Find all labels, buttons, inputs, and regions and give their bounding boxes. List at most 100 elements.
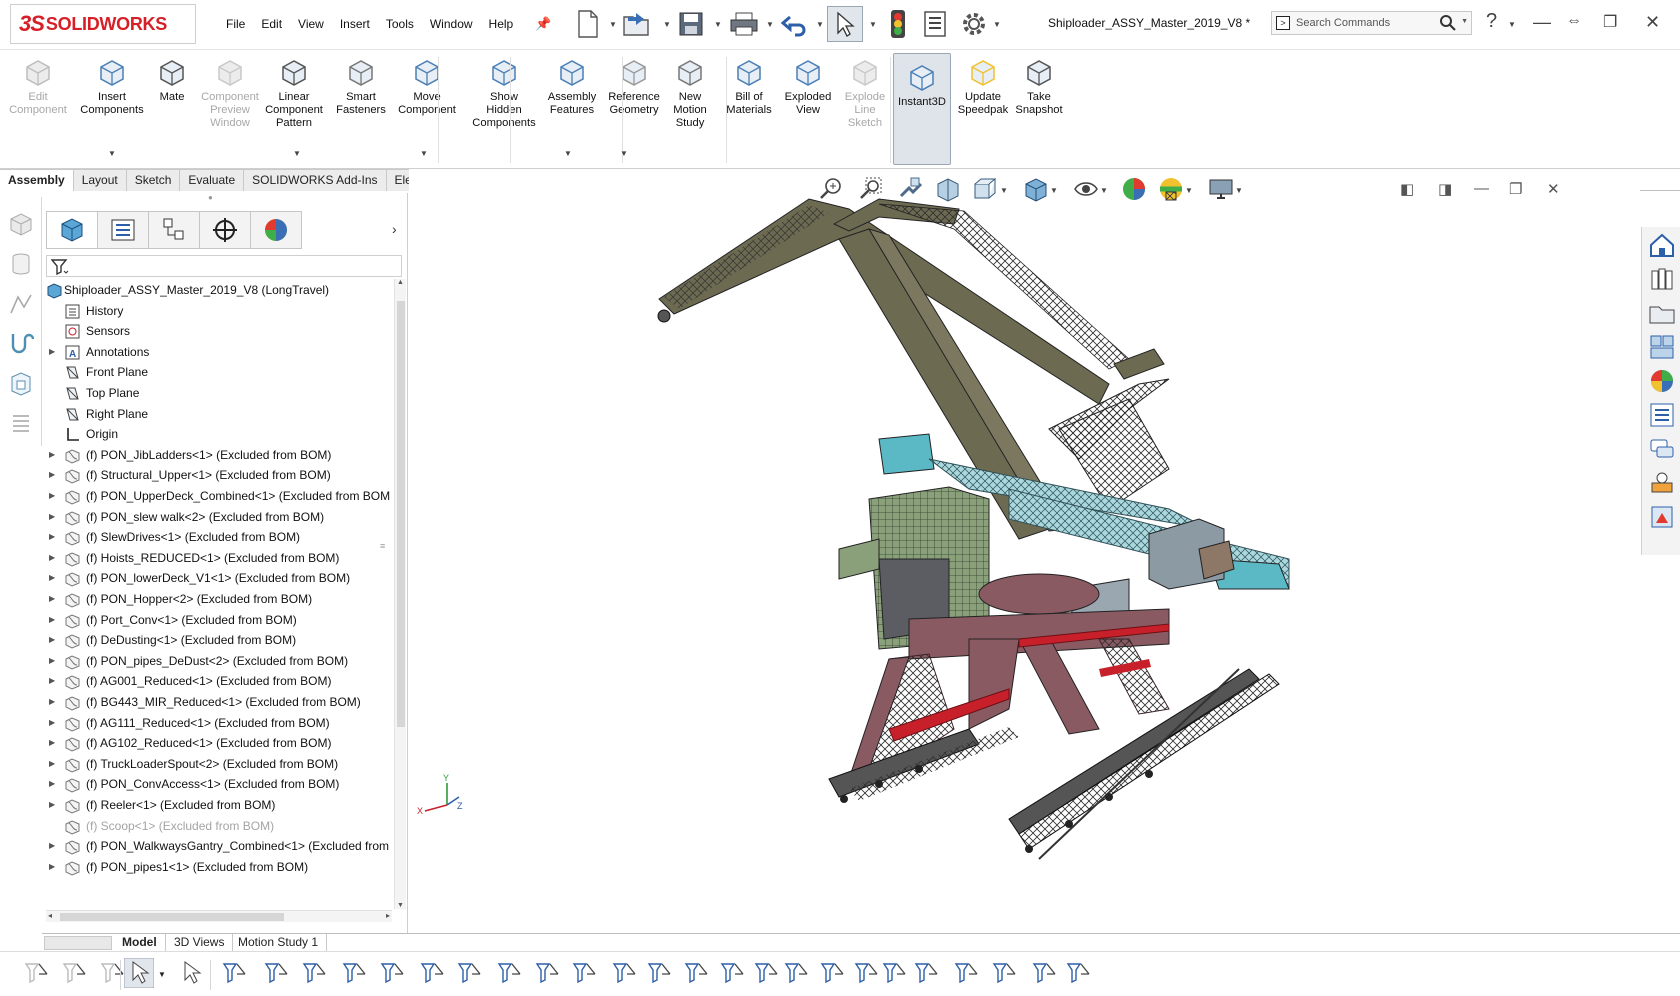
filter-weld-symbols-icon[interactable] — [818, 958, 850, 990]
expand-arrow-icon[interactable]: ▶ — [49, 609, 55, 631]
graphics-area[interactable]: Y X Z — [409, 169, 1640, 933]
tree-item[interactable]: Top Plane — [42, 382, 392, 404]
viewport-restore-icon[interactable]: ❐ — [1509, 180, 1522, 198]
panel-grip-icon[interactable]: ● — [208, 193, 213, 202]
feature-tree-filter[interactable] — [46, 255, 402, 277]
expand-arrow-icon[interactable]: ▶ — [49, 670, 55, 692]
restore-window-icon[interactable]: ❐ — [1603, 12, 1617, 32]
appearances-scenes-icon[interactable] — [1648, 367, 1676, 395]
tree-root-assembly[interactable]: Shiploader_ASSY_Master_2019_V8 (LongTrav… — [42, 279, 392, 301]
mate-button[interactable]: Mate — [150, 55, 194, 104]
edit-component-button[interactable]: Edit Component — [6, 55, 70, 117]
menu-insert[interactable]: Insert — [332, 15, 378, 33]
zoom-to-area-icon[interactable] — [858, 176, 884, 205]
tree-horizontal-scrollbar[interactable]: ◂ ▸ — [46, 910, 392, 922]
motion-study-button[interactable]: New Motion Study — [666, 55, 714, 130]
save-icon[interactable] — [676, 7, 706, 41]
tree-item[interactable]: ▶ (f) PON_pipes_DeDust<2> (Excluded from … — [42, 650, 392, 672]
new-document-icon[interactable] — [574, 7, 602, 41]
menu-file[interactable]: File — [218, 15, 253, 33]
tab-dimxpert-manager[interactable] — [199, 211, 251, 249]
file-explorer-icon[interactable] — [1648, 299, 1676, 327]
display-style-icon[interactable] — [1023, 176, 1049, 205]
rebuild-icon[interactable] — [884, 7, 912, 41]
expand-arrow-icon[interactable]: ▶ — [49, 835, 55, 857]
filter-midpoints-icon[interactable] — [570, 958, 602, 990]
menu-window[interactable]: Window — [422, 15, 481, 33]
cylinder-part-icon[interactable] — [8, 251, 34, 277]
tree-item[interactable]: ▶ (f) BG443_MIR_Reduced<1> (Excluded from… — [42, 691, 392, 713]
expand-arrow-icon[interactable]: ▶ — [49, 506, 55, 528]
tab-3d-views[interactable]: 3D Views — [166, 934, 234, 952]
viewport-tile-left-icon[interactable]: ◧ — [1400, 180, 1414, 198]
display-style-dropdown-icon[interactable]: ▼ — [1050, 186, 1058, 195]
filter-faces-icon[interactable] — [300, 958, 332, 990]
instant3d-button[interactable]: Instant3D — [893, 53, 951, 165]
pin-menu-icon[interactable]: 📌 — [535, 16, 551, 32]
tab-navigation-arrows[interactable] — [44, 936, 112, 950]
tree-item[interactable]: ▶ (f) Port_Conv<1> (Excluded from BOM) — [42, 609, 392, 631]
expand-arrow-icon[interactable]: ▶ — [49, 485, 55, 507]
solidworks-plastics-icon[interactable] — [1648, 469, 1676, 497]
tree-hscroll-thumb[interactable] — [60, 913, 284, 921]
show-hidden-button[interactable]: Show Hidden Components — [465, 55, 543, 130]
tab-assembly[interactable]: Assembly — [0, 169, 74, 191]
tree-item[interactable]: ▶ A Annotations — [42, 341, 392, 363]
filter-sketch-points-icon[interactable] — [495, 958, 527, 990]
filter-dimensions-icon[interactable] — [682, 958, 714, 990]
assembly-features-dropdown-icon[interactable]: ▼ — [564, 149, 572, 158]
assembly-features-button[interactable]: Assembly Features — [544, 55, 600, 117]
custom-properties-icon[interactable] — [1648, 401, 1676, 429]
filter-cosmetic-threads-icon[interactable] — [880, 958, 912, 990]
select-arrow-icon[interactable] — [123, 957, 156, 990]
tab-evaluate[interactable]: Evaluate — [180, 169, 245, 191]
expand-arrow-icon[interactable]: ▶ — [49, 753, 55, 775]
filter-centerline-icon[interactable] — [645, 958, 677, 990]
section-view-icon[interactable] — [935, 176, 961, 205]
tab-feature-tree[interactable] — [46, 211, 98, 249]
filter-geometric-tolerance-icon[interactable] — [752, 958, 784, 990]
menu-edit[interactable]: Edit — [253, 15, 290, 33]
filter-connection-points-icon[interactable] — [952, 958, 984, 990]
help-icon[interactable]: ? — [1486, 10, 1497, 33]
select-blocked-icon[interactable] — [176, 958, 208, 990]
menu-view[interactable]: View — [290, 15, 332, 33]
expand-arrow-icon[interactable]: ▶ — [49, 464, 55, 486]
file-properties-icon[interactable] — [921, 7, 949, 41]
menu-help[interactable]: Help — [481, 15, 522, 33]
tree-item[interactable]: (f) Scoop<1> (Excluded from BOM) — [42, 815, 392, 837]
options-dropdown-icon[interactable]: ▼ — [993, 20, 1001, 29]
select-filter-clear-icon[interactable] — [60, 958, 92, 990]
tab-configuration-manager[interactable] — [148, 211, 200, 249]
filter-dowel-pin-icon[interactable] — [912, 958, 944, 990]
tree-item[interactable]: ▶ (f) SlewDrives<1> (Excluded from BOM) — [42, 526, 392, 548]
scroll-left-icon[interactable]: ◂ — [48, 911, 52, 920]
expand-arrow-icon[interactable]: ▶ — [49, 712, 55, 734]
help-dropdown-icon[interactable]: ▼ — [1508, 20, 1516, 29]
view-settings-dropdown-icon[interactable]: ▼ — [1235, 186, 1243, 195]
filter-surface-finish-icon[interactable] — [718, 958, 750, 990]
save-dropdown-icon[interactable]: ▼ — [714, 20, 722, 29]
tab-motion-study-1[interactable]: Motion Study 1 — [230, 934, 328, 952]
component-3d-icon[interactable] — [8, 211, 34, 237]
snapshot-button[interactable]: Take Snapshot — [1012, 55, 1066, 117]
minimize-window-icon[interactable]: — — [1533, 12, 1551, 33]
tab-solidworks-add-ins[interactable]: SOLIDWORKS Add-Ins — [244, 169, 387, 191]
tree-item[interactable]: ▶ (f) AG111_Reduced<1> (Excluded from BOM… — [42, 712, 392, 734]
tree-item[interactable]: ▶ (f) PON_lowerDeck_V1<1> (Excluded from … — [42, 567, 392, 589]
search-commands-box[interactable]: > Search Commands ▼ — [1271, 11, 1472, 35]
filter-hole-callout-icon[interactable] — [1064, 958, 1096, 990]
previous-view-icon[interactable] — [897, 176, 923, 205]
filter-mates-icon[interactable] — [1030, 958, 1062, 990]
hide-show-items-icon[interactable] — [1073, 176, 1099, 205]
pattern-dropdown-icon[interactable]: ▼ — [293, 149, 301, 158]
filter-edges-icon[interactable] — [262, 958, 294, 990]
tab-sketch[interactable]: Sketch — [126, 169, 181, 191]
tree-item[interactable]: Origin — [42, 423, 392, 445]
view-palette-icon[interactable] — [1648, 333, 1676, 361]
view-orientation-icon[interactable] — [972, 176, 998, 205]
tab-property-manager[interactable] — [97, 211, 149, 249]
expand-arrow-icon[interactable]: ▶ — [49, 567, 55, 589]
sketch-icon[interactable] — [8, 291, 34, 317]
bill-of-materials-button[interactable]: Bill of Materials — [720, 55, 778, 117]
